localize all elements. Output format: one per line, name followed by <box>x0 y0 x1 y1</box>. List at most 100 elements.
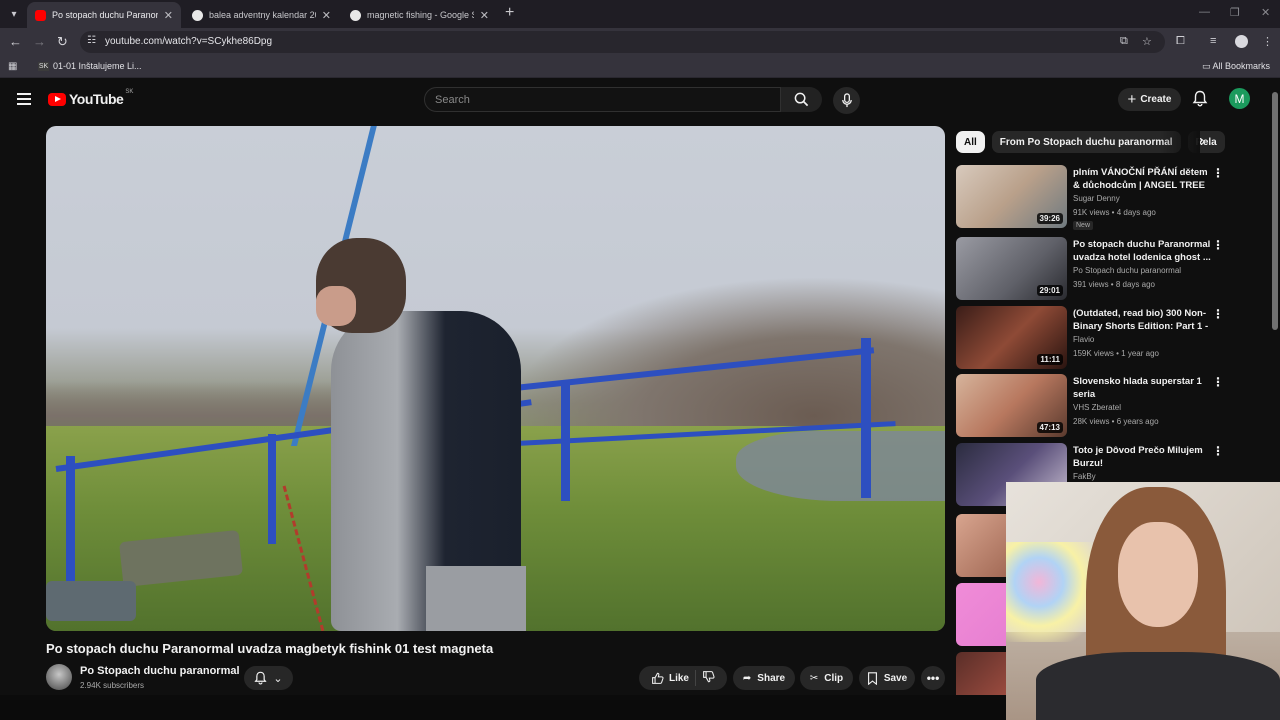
account-avatar[interactable]: M <box>1229 88 1250 109</box>
more-vertical-icon[interactable]: ⋮ <box>1212 445 1224 457</box>
reload-icon[interactable]: ↻ <box>57 34 68 50</box>
notifications-button[interactable] <box>1192 90 1208 112</box>
site-info-icon[interactable]: ☷ <box>87 35 96 46</box>
back-icon[interactable]: ← <box>9 34 22 49</box>
chip-all[interactable]: All <box>956 131 985 153</box>
youtube-play-icon <box>48 92 66 106</box>
bell-icon <box>254 671 267 685</box>
bookmark-item[interactable]: SK 01-01 Inštalujeme Li... <box>38 61 142 71</box>
url-text: youtube.com/watch?v=SCykhe86Dpg <box>105 36 273 47</box>
chevron-right-icon[interactable]: › <box>1201 134 1205 148</box>
install-app-icon[interactable]: ⧉ <box>1120 35 1128 48</box>
share-button[interactable]: ➦ Share <box>733 666 795 690</box>
google-favicon-icon <box>350 9 361 21</box>
video-thumbnail[interactable]: 39:26 <box>956 165 1067 228</box>
share-label: Share <box>757 672 786 684</box>
recommendation-channel[interactable]: Sugar Denny <box>1073 194 1120 203</box>
youtube-wordmark: YouTube <box>69 91 124 107</box>
video-frame-face <box>316 286 356 326</box>
create-label: Create <box>1140 94 1172 105</box>
video-thumbnail[interactable] <box>956 583 1006 646</box>
video-thumbnail[interactable]: 47:13 <box>956 374 1067 437</box>
close-tab-icon[interactable]: ✕ <box>164 9 173 22</box>
minimize-icon[interactable]: — <box>1199 6 1210 18</box>
scissors-icon: ✂ <box>809 672 819 684</box>
recommendation-title[interactable]: Toto je Dôvod Prečo Milujem Burzu! <box>1073 444 1213 470</box>
webcam-overlay <box>1006 482 1280 720</box>
video-frame-legs <box>426 566 526 631</box>
video-frame-stone <box>46 581 136 621</box>
create-button[interactable]: + Create <box>1118 88 1181 111</box>
tab-search-icon[interactable]: ▾ <box>5 5 23 23</box>
channel-name[interactable]: Po Stopach duchu paranormal <box>80 665 240 677</box>
tab-magnetic-fishing[interactable]: magnetic fishing - Google Sear ✕ <box>342 2 497 28</box>
youtube-logo[interactable]: YouTube SK <box>48 89 133 107</box>
more-actions-button[interactable]: ••• <box>921 666 945 690</box>
close-tab-icon[interactable]: ✕ <box>322 9 331 22</box>
video-thumbnail[interactable] <box>956 514 1006 577</box>
plus-icon: + <box>1127 90 1137 108</box>
dislike-button[interactable] <box>702 670 715 686</box>
recommendation-title[interactable]: Po stopach duchu Paranormal uvadza hotel… <box>1073 238 1213 264</box>
recommendation-channel[interactable]: Flavio <box>1073 335 1094 344</box>
restore-icon[interactable]: ❐ <box>1230 6 1240 19</box>
close-tab-icon[interactable]: ✕ <box>480 9 489 22</box>
forward-icon[interactable]: → <box>33 34 46 49</box>
video-thumbnail[interactable]: 11:11 <box>956 306 1067 369</box>
apps-grid-icon[interactable]: ▦ <box>8 61 17 72</box>
video-thumbnail[interactable]: 29:01 <box>956 237 1067 300</box>
channel-avatar[interactable] <box>46 664 72 690</box>
like-divider <box>695 670 696 686</box>
window-close-icon[interactable]: ✕ <box>1261 6 1270 19</box>
video-frame-pond <box>736 431 945 501</box>
save-button[interactable]: Save <box>859 666 915 690</box>
menu-dots-icon[interactable]: ⋮ <box>1262 35 1273 48</box>
video-duration: 11:11 <box>1037 354 1063 365</box>
profile-avatar[interactable] <box>1235 35 1248 48</box>
video-duration: 47:13 <box>1036 422 1063 433</box>
recommendation-title[interactable]: (Outdated, read bio) 300 Non-Binary Shor… <box>1073 307 1213 333</box>
clip-label: Clip <box>824 672 844 684</box>
page-scrollbar[interactable] <box>1272 92 1278 330</box>
like-label: Like <box>668 672 689 684</box>
video-frame-post <box>561 381 570 501</box>
recommendation-item[interactable]: 29:01 Po stopach duchu Paranormal uvadza… <box>956 237 1266 301</box>
recommendation-item[interactable]: 47:13 Slovensko hlada superstar 1 seria … <box>956 374 1266 438</box>
recommendation-item[interactable]: 39:26 plním VÁNOČNÍ PŘÁNÍ dětem & důchod… <box>956 165 1266 230</box>
search-input[interactable] <box>425 88 780 111</box>
tab-youtube[interactable]: Po stopach duchu Paranormal u ✕ <box>27 2 181 28</box>
chip-from-channel[interactable]: From Po Stopach duchu paranormal <box>991 131 1181 153</box>
recommendation-channel[interactable]: FakBy <box>1073 472 1096 481</box>
tab-title: balea adventny kalendar 2025 <box>209 10 316 20</box>
video-thumbnail[interactable] <box>956 652 1006 695</box>
all-bookmarks[interactable]: ▭ All Bookmarks <box>1202 61 1270 72</box>
recommendation-channel[interactable]: Po Stopach duchu paranormal <box>1073 266 1181 275</box>
address-bar[interactable]: ☷ youtube.com/watch?v=SCykhe86Dpg <box>80 31 1165 53</box>
recommendation-title[interactable]: plním VÁNOČNÍ PŘÁNÍ dětem & důchodcům | … <box>1073 166 1213 192</box>
new-tab-icon[interactable]: + <box>505 4 514 22</box>
browser-tab-bar: ▾ Po stopach duchu Paranormal u ✕ balea … <box>0 0 1280 28</box>
extensions-icon[interactable]: ⧠ <box>1176 35 1185 48</box>
more-vertical-icon[interactable]: ⋮ <box>1212 239 1224 251</box>
webcam-face <box>1118 522 1198 627</box>
tab-balea[interactable]: balea adventny kalendar 2025 ✕ <box>184 2 339 28</box>
all-bookmarks-label: All Bookmarks <box>1212 61 1270 71</box>
notification-preference-button[interactable]: ⌄ <box>244 666 293 690</box>
voice-search-button[interactable] <box>833 87 860 114</box>
recommendation-meta: 159K views • 1 year ago <box>1073 349 1159 358</box>
recommendation-channel[interactable]: VHS Zberatel <box>1073 403 1121 412</box>
more-vertical-icon[interactable]: ⋮ <box>1212 308 1224 320</box>
more-vertical-icon[interactable]: ⋮ <box>1212 167 1224 179</box>
recommendation-item[interactable]: 11:11 (Outdated, read bio) 300 Non-Binar… <box>956 306 1266 370</box>
search-button[interactable] <box>781 87 822 112</box>
bookmark-star-icon[interactable]: ☆ <box>1142 35 1152 48</box>
bell-icon <box>1192 90 1208 107</box>
like-button[interactable]: Like <box>651 672 689 685</box>
recommendation-title[interactable]: Slovensko hlada superstar 1 seria <box>1073 375 1213 401</box>
video-player[interactable] <box>46 126 945 631</box>
hamburger-menu-icon[interactable] <box>17 93 31 105</box>
more-vertical-icon[interactable]: ⋮ <box>1212 376 1224 388</box>
clip-button[interactable]: ✂ Clip <box>800 666 853 690</box>
video-title: Po stopach duchu Paranormal uvadza magbe… <box>46 641 494 656</box>
reading-list-icon[interactable]: ≡ <box>1210 35 1216 47</box>
